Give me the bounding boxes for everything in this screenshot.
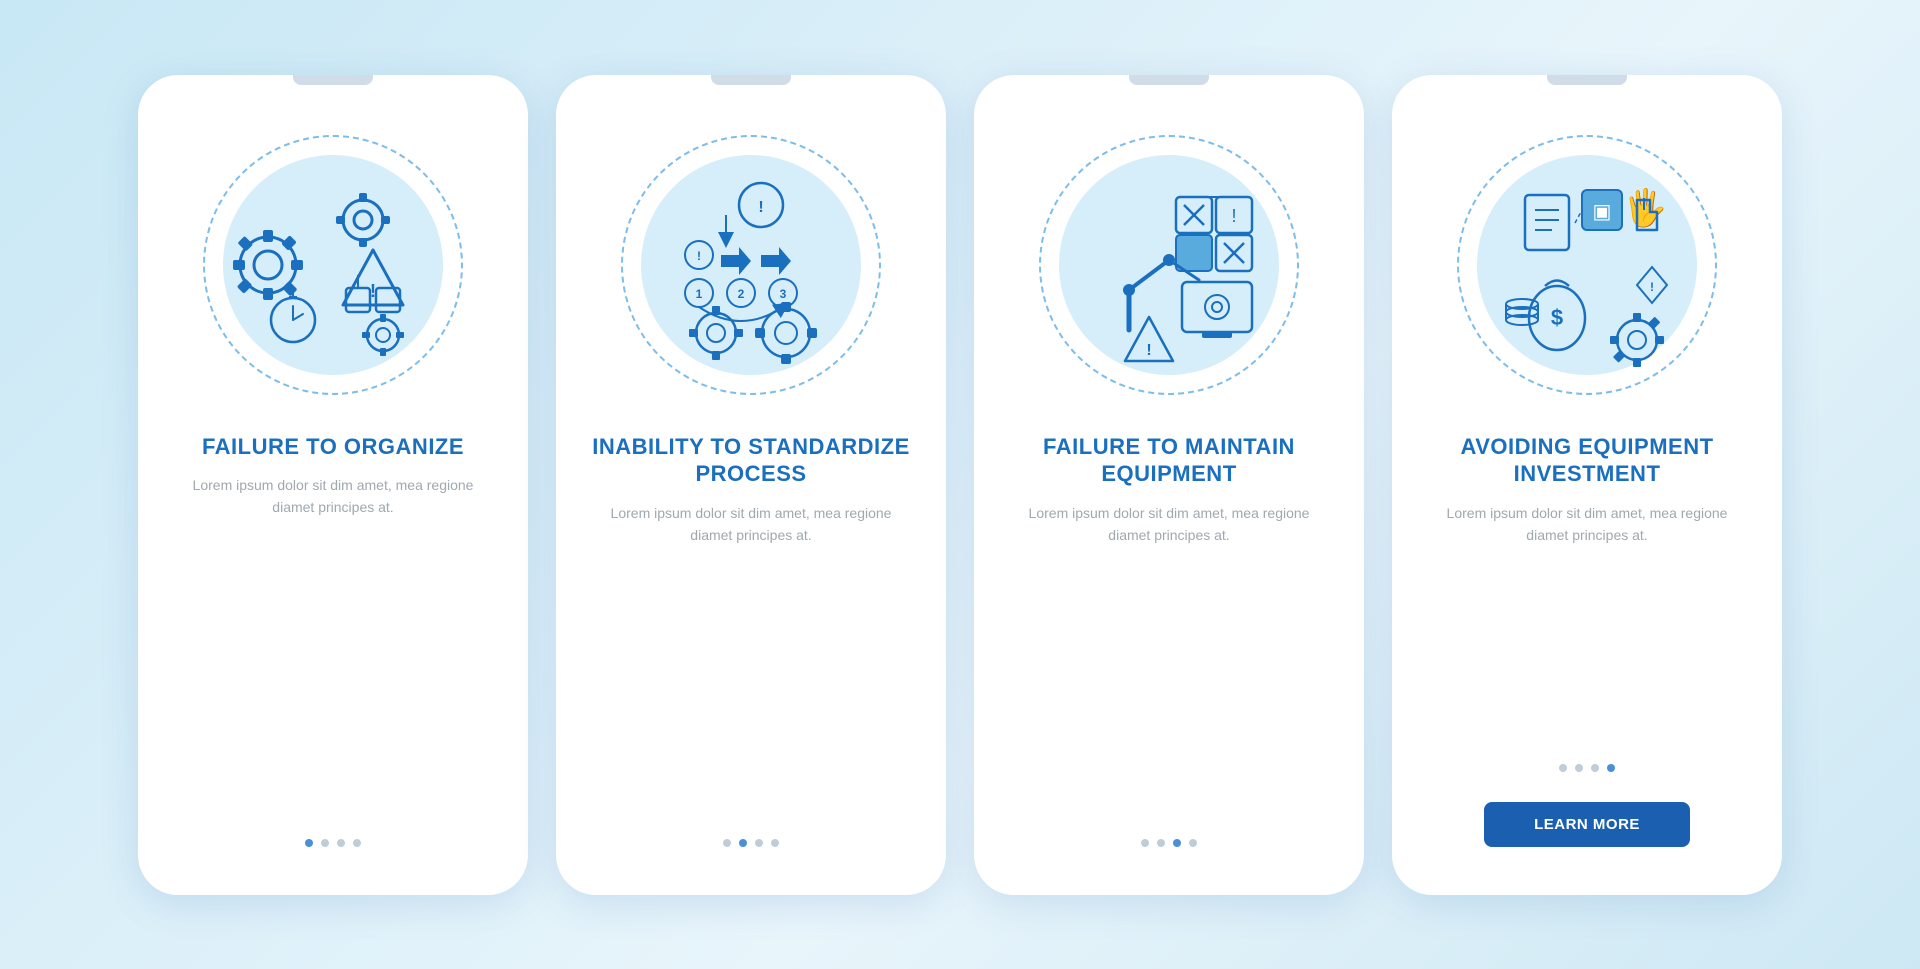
dot-4 [771,839,779,847]
card4-title: AVOIDING EQUIPMENT INVESTMENT [1424,433,1750,488]
dot-3 [1173,839,1181,847]
card2-dots [723,839,779,847]
investment-svg: ▣ 🖐 $ [1467,145,1707,385]
illustration-organize: ! [193,125,473,405]
card3-title: FAILURE TO MAINTAIN EQUIPMENT [1006,433,1332,488]
card1-dots [305,839,361,847]
svg-text:!: ! [1146,342,1151,359]
card-failure-to-maintain: ! [974,75,1364,895]
card1-body: Lorem ipsum dolor sit dim amet, mea regi… [170,474,496,519]
dot-1 [1559,764,1567,772]
dot-3 [337,839,345,847]
svg-text:!: ! [697,249,701,263]
card-failure-to-organize: ! [138,75,528,895]
svg-text:!: ! [1650,280,1654,294]
illustration-standardize: ! 1 [611,125,891,405]
maintain-svg: ! [1049,145,1289,385]
dot-2 [1157,839,1165,847]
svg-text:3: 3 [780,287,787,301]
card3-dots [1141,839,1197,847]
dot-1 [723,839,731,847]
card-inability-to-standardize: ! 1 [556,75,946,895]
card4-dots [1559,764,1615,772]
card1-title: FAILURE TO ORGANIZE [202,433,464,461]
dot-2 [321,839,329,847]
dot-2 [739,839,747,847]
svg-text:▣: ▣ [1593,201,1612,223]
dot-4 [1607,764,1615,772]
card4-body: Lorem ipsum dolor sit dim amet, mea regi… [1424,502,1750,547]
organize-svg: ! [213,145,453,385]
dot-2 [1575,764,1583,772]
svg-text:$: $ [1551,305,1563,330]
card2-body: Lorem ipsum dolor sit dim amet, mea regi… [588,502,914,547]
card2-title: INABILITY TO STANDARDIZE PROCESS [588,433,914,488]
svg-text:!: ! [758,199,763,216]
dot-3 [755,839,763,847]
illustration-investment: ▣ 🖐 $ [1447,125,1727,405]
dot-4 [353,839,361,847]
card-avoiding-investment: ▣ 🖐 $ [1392,75,1782,895]
svg-text:2: 2 [738,287,745,301]
standardize-svg: ! 1 [631,145,871,385]
svg-text:1: 1 [696,287,703,301]
dot-3 [1591,764,1599,772]
svg-text:!: ! [1231,206,1236,226]
dot-1 [1141,839,1149,847]
illustration-maintain: ! [1029,125,1309,405]
card3-body: Lorem ipsum dolor sit dim amet, mea regi… [1006,502,1332,547]
dot-1 [305,839,313,847]
learn-more-button[interactable]: LEARN MORE [1484,802,1690,847]
cards-container: ! [98,35,1822,935]
dot-4 [1189,839,1197,847]
